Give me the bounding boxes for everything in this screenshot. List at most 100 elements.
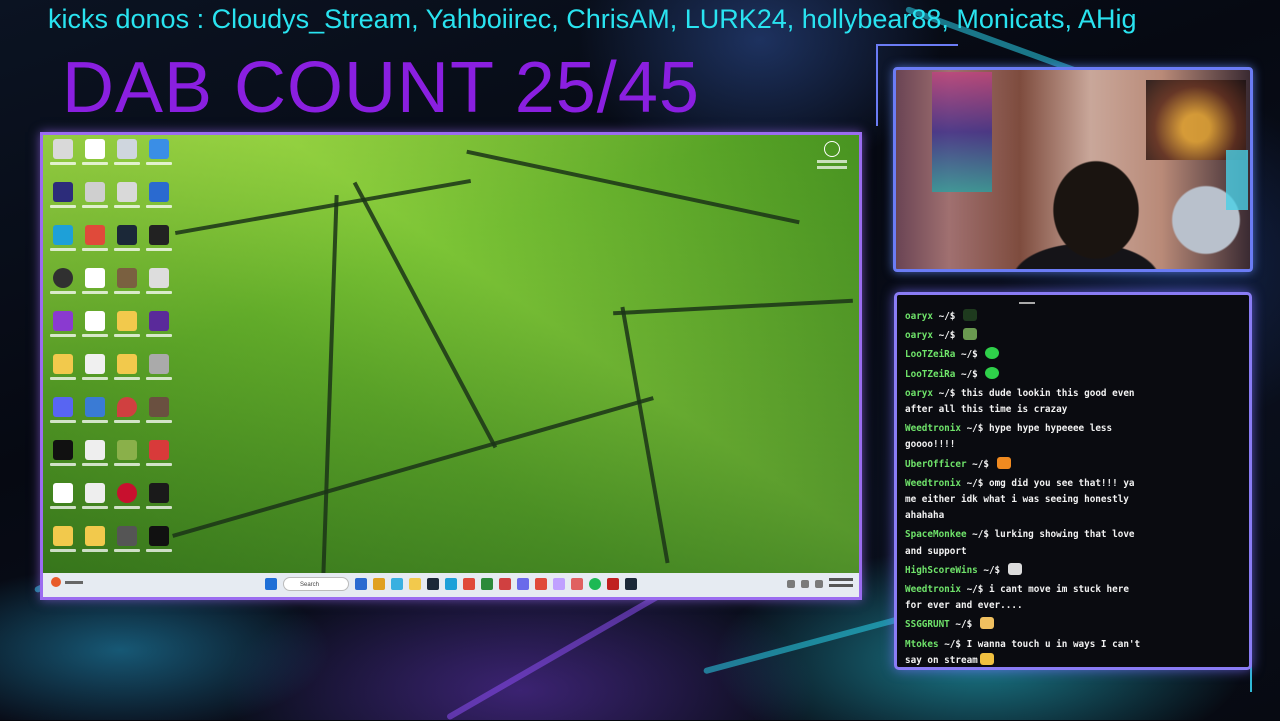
capcut-icon[interactable] <box>47 440 79 476</box>
desktop-icon[interactable] <box>111 397 143 433</box>
taskbar-app-icon[interactable] <box>499 578 511 590</box>
taskbar-app-icon[interactable] <box>517 578 529 590</box>
chat-username[interactable]: SSGGRUNT <box>905 619 950 630</box>
chrome-icon[interactable] <box>79 225 111 261</box>
taskbar-app-icon[interactable] <box>409 578 421 590</box>
taskbar-app-icon[interactable] <box>445 578 457 590</box>
dab-counter: DAB COUNT 25/45 <box>62 48 700 128</box>
desktop-icon[interactable] <box>47 311 79 347</box>
start-icon[interactable] <box>265 578 277 590</box>
folder-icon[interactable] <box>79 526 111 562</box>
chat-message: Weedtronix ~/$ hype hype hypeeee less go… <box>905 421 1141 453</box>
edge-icon[interactable] <box>47 225 79 261</box>
taskbar-app-icon[interactable] <box>571 578 583 590</box>
taskbar-app-icon[interactable] <box>535 578 547 590</box>
desktop-icon[interactable] <box>79 182 111 218</box>
desktop-icon[interactable] <box>143 397 175 433</box>
chat-prompt: ~/$ <box>933 311 961 322</box>
chat-username[interactable]: Weedtronix <box>905 423 961 434</box>
desktop-icon[interactable] <box>143 182 175 218</box>
wifi-icon[interactable] <box>801 580 809 588</box>
chat-prompt: ~/$ <box>966 529 995 541</box>
desktop-icon[interactable] <box>111 526 143 562</box>
taskbar: Search <box>43 573 859 597</box>
desktop-icon[interactable] <box>79 483 111 519</box>
desktop-icon[interactable] <box>143 139 175 175</box>
chat-username[interactable]: HighScoreWins <box>905 565 978 576</box>
tray-icon[interactable] <box>787 580 795 588</box>
taskbar-app-icon[interactable] <box>553 578 565 590</box>
eyes-emote-icon <box>1007 562 1022 575</box>
desktop-icon[interactable] <box>143 440 175 476</box>
desktop-icon[interactable] <box>79 268 111 304</box>
taskbar-app-icon[interactable] <box>607 578 619 590</box>
webcam-feed <box>893 67 1253 272</box>
desktop-icon[interactable] <box>111 440 143 476</box>
desktop-icon[interactable] <box>79 397 111 433</box>
field-wall <box>174 178 472 236</box>
chat-message: UberOfficer ~/$ <box>905 456 1141 473</box>
desktop-icon[interactable] <box>79 311 111 347</box>
folder-icon[interactable] <box>47 354 79 390</box>
chat-username[interactable]: LooTZeiRa <box>905 349 955 360</box>
desktop-icon[interactable] <box>143 268 175 304</box>
taskbar-app-icon[interactable] <box>355 578 367 590</box>
chat-message: oaryx ~/$ this dude lookin this good eve… <box>905 386 1141 418</box>
folder-icon[interactable] <box>111 311 143 347</box>
desktop-icon[interactable] <box>79 139 111 175</box>
desktop-widget[interactable] <box>815 141 849 169</box>
chat-username[interactable]: Mtokes <box>905 639 939 650</box>
taskbar-search[interactable]: Search <box>283 577 349 591</box>
desktop-icon[interactable] <box>111 268 143 304</box>
desktop-icon[interactable] <box>111 139 143 175</box>
search-placeholder: Search <box>300 582 320 588</box>
taskbar-app-icon[interactable] <box>625 578 637 590</box>
desktop-icon[interactable] <box>47 139 79 175</box>
volume-icon[interactable] <box>815 580 823 588</box>
desktop-icon[interactable] <box>143 483 175 519</box>
chat-username[interactable]: Weedtronix <box>905 584 961 595</box>
clock[interactable] <box>829 578 853 590</box>
taskbar-app-icon[interactable] <box>463 578 475 590</box>
chat-username[interactable]: SpaceMonkee <box>905 529 967 540</box>
chat-username[interactable]: oaryx <box>905 388 933 399</box>
taskbar-app-icon[interactable] <box>391 578 403 590</box>
screen-share-window: Search <box>40 132 862 600</box>
taskbar-app-icon[interactable] <box>373 578 385 590</box>
chat-message: SpaceMonkee ~/$ lurking showing that lov… <box>905 527 1141 559</box>
desktop-icon[interactable] <box>47 182 79 218</box>
obs-icon[interactable] <box>47 268 79 304</box>
discord-icon[interactable] <box>47 397 79 433</box>
steam-icon[interactable] <box>111 225 143 261</box>
chat-prompt: ~/$ <box>960 423 989 435</box>
field-wall <box>466 149 800 225</box>
taskbar-app-icon[interactable] <box>589 578 601 590</box>
system-tray <box>787 578 853 590</box>
desktop-icon[interactable] <box>143 225 175 261</box>
chat-message: LooTZeiRa ~/$ <box>905 366 1141 383</box>
chat-username[interactable]: UberOfficer <box>905 459 967 470</box>
taskbar-app-icon[interactable] <box>427 578 439 590</box>
desktop-icon[interactable] <box>111 182 143 218</box>
folder-icon[interactable] <box>111 354 143 390</box>
chat-username[interactable]: LooTZeiRa <box>905 369 955 380</box>
chat-username[interactable]: Weedtronix <box>905 478 961 489</box>
desktop-icon[interactable] <box>143 354 175 390</box>
desktop-icon[interactable] <box>47 483 79 519</box>
chat-message: Weedtronix ~/$ i cant move im stuck here… <box>905 582 1141 614</box>
taskbar-app-icon[interactable] <box>481 578 493 590</box>
weather-widget[interactable] <box>51 577 83 587</box>
frog-emote-icon <box>963 328 977 341</box>
folder-icon[interactable] <box>47 526 79 562</box>
chat-username[interactable]: oaryx <box>905 330 933 341</box>
desktop-icon[interactable] <box>79 440 111 476</box>
chat-handle <box>1019 302 1035 304</box>
chat-message: LooTZeiRa ~/$ <box>905 347 1141 363</box>
epic-games-icon[interactable] <box>143 526 175 562</box>
desktop-icon[interactable] <box>143 311 175 347</box>
field-wall <box>321 195 339 575</box>
tapestry <box>932 72 992 192</box>
chat-username[interactable]: oaryx <box>905 311 933 322</box>
desktop-icon[interactable] <box>79 354 111 390</box>
desktop-icon[interactable] <box>111 483 143 519</box>
